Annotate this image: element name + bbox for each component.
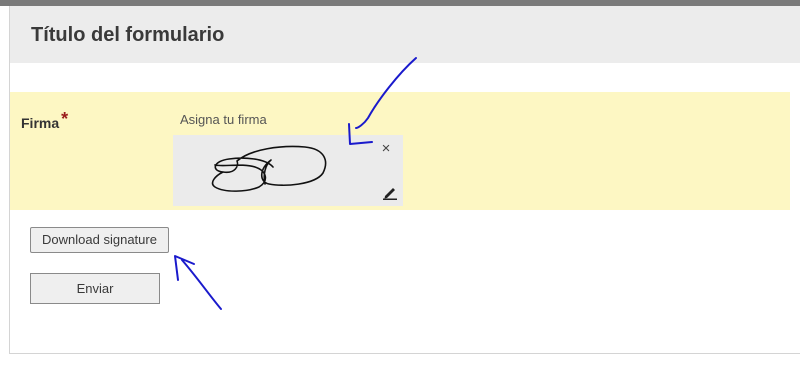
required-marker: *	[61, 109, 69, 129]
close-icon[interactable]: ×	[379, 141, 393, 157]
signature-field-label: Firma *	[21, 109, 69, 133]
signature-label-text: Firma	[21, 115, 60, 131]
form-title: Título del formulario	[31, 24, 225, 46]
pencil-icon[interactable]	[382, 184, 398, 200]
form-header: Título del formulario	[10, 6, 800, 63]
signature-stroke	[211, 145, 327, 192]
download-signature-button[interactable]: Download signature	[30, 227, 169, 253]
signature-pad[interactable]: ×	[173, 135, 403, 206]
submit-button[interactable]: Enviar	[30, 273, 160, 304]
signature-caption: Asigna tu firma	[180, 112, 267, 127]
signature-field-row: Firma * Asigna tu firma ×	[10, 92, 790, 210]
